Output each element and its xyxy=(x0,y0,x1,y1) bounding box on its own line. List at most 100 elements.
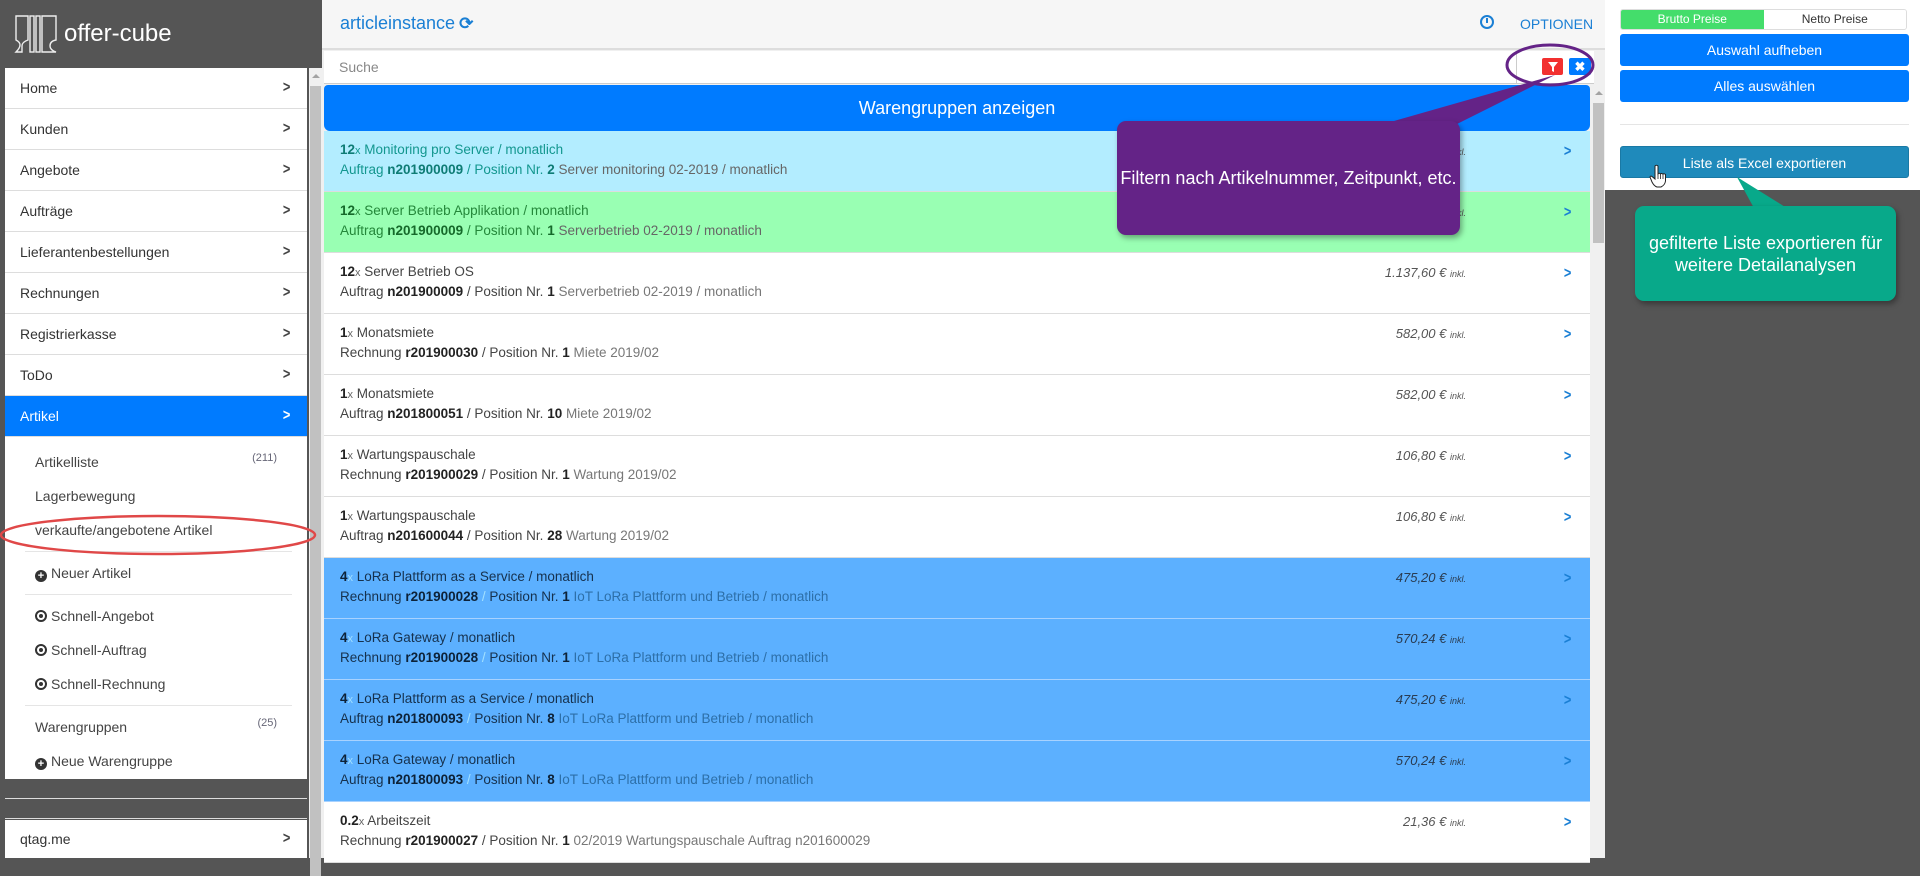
options-link[interactable]: OPTIONEN xyxy=(1520,16,1593,32)
chevron-right-icon[interactable]: > xyxy=(1564,509,1571,527)
sidebar-item-rechnungen[interactable]: Rechnungen > xyxy=(5,273,307,314)
chevron-right-icon[interactable]: > xyxy=(1564,204,1571,222)
list-item[interactable]: 4x LoRa Gateway / monatlich Auftrag n2018… xyxy=(324,741,1590,802)
count-badge: (211) xyxy=(252,452,277,464)
list-item[interactable]: 1x Monatsmiete Auftrag n201800051 / Posit… xyxy=(324,375,1590,436)
list-item[interactable]: 4x LoRa Plattform as a Service / monatli… xyxy=(324,558,1590,619)
position-description: IoT LoRa Plattform und Betrieb / monatli… xyxy=(558,772,814,787)
submenu-label: Neuer Artikel xyxy=(51,564,132,581)
submenu-schnell-angebot[interactable]: Schnell-Angebot xyxy=(5,599,307,633)
submenu-neuer-artikel[interactable]: + Neuer Artikel xyxy=(5,556,307,590)
chevron-right-icon: > xyxy=(282,407,291,424)
chevron-right-icon[interactable]: > xyxy=(1564,570,1571,588)
chevron-right-icon[interactable]: > xyxy=(1564,265,1571,283)
quantity-x: x xyxy=(347,755,354,767)
actions-panel: Brutto Preise Netto Preise Auswahl aufhe… xyxy=(1605,0,1920,190)
logo-bar[interactable]: offer-cube xyxy=(0,0,307,68)
chevron-right-icon[interactable]: > xyxy=(1564,143,1571,161)
item-name: LoRa Gateway / monatlich xyxy=(356,752,516,767)
sidebar-item-auftraege[interactable]: Aufträge > xyxy=(5,191,307,232)
chevron-right-icon[interactable]: > xyxy=(1564,692,1571,710)
document-type: Auftrag xyxy=(340,772,384,787)
search-input[interactable] xyxy=(324,51,1594,84)
item-name: Monatsmiete xyxy=(356,325,435,340)
item-reference: Rechnung r201900028 / Position Nr. 1 IoT… xyxy=(340,589,828,604)
item-quantity: 12 xyxy=(340,203,356,218)
list-item[interactable]: 1x Monatsmiete Rechnung r201900030 / Posi… xyxy=(324,314,1590,375)
select-all-button[interactable]: Alles auswählen xyxy=(1620,70,1909,102)
chevron-right-icon[interactable]: > xyxy=(1564,326,1571,344)
position-number: 1 xyxy=(562,345,570,360)
submenu-artikelliste[interactable]: Artikelliste (211) xyxy=(5,445,307,479)
submenu-neue-warengruppe[interactable]: + Neue Warengruppe xyxy=(5,744,307,778)
filter-icon xyxy=(1547,61,1558,72)
export-callout: gefilterte Liste exportieren für weitere… xyxy=(1635,206,1896,301)
submenu-schnell-rechnung[interactable]: Schnell-Rechnung xyxy=(5,667,307,701)
dot-circle-icon xyxy=(35,644,47,656)
divider xyxy=(25,705,292,706)
deselect-button[interactable]: Auswahl aufheben xyxy=(1620,34,1909,66)
main-header: articleinstance ⟳ OPTIONEN xyxy=(322,0,1605,50)
chevron-right-icon[interactable]: > xyxy=(1564,814,1571,832)
submenu-lagerbewegung[interactable]: Lagerbewegung xyxy=(5,479,307,513)
chevron-right-icon: > xyxy=(282,120,291,137)
sidebar-scrollbar[interactable] xyxy=(309,68,322,876)
submenu-warengruppen[interactable]: Warengruppen (25) xyxy=(5,710,307,744)
price-tax-note: inkl. xyxy=(1449,574,1466,584)
item-title: 4x LoRa Gateway / monatlich xyxy=(340,752,515,767)
price-value: 475,20 € xyxy=(1395,692,1447,707)
sidebar-item-home[interactable]: Home > xyxy=(5,68,307,109)
filter-button[interactable] xyxy=(1542,58,1563,75)
clear-search-button[interactable]: ✖ xyxy=(1569,58,1591,75)
sidebar-item-angebote[interactable]: Angebote > xyxy=(5,150,307,191)
item-title: 4x LoRa Plattform as a Service / monatli… xyxy=(340,569,594,584)
list-item[interactable]: 4x LoRa Gateway / monatlich Rechnung r201… xyxy=(324,619,1590,680)
item-name: Wartungspauschale xyxy=(356,508,476,523)
clock-icon[interactable] xyxy=(1480,15,1494,29)
quantity-x: x xyxy=(355,206,361,218)
document-number: r201900028 xyxy=(405,650,479,665)
chevron-right-icon[interactable]: > xyxy=(1564,387,1571,405)
submenu-verkaufte-angebotene-artikel[interactable]: verkaufte/angebotene Artikel xyxy=(5,513,307,547)
item-reference: Auftrag n201600044 / Position Nr. 28 War… xyxy=(340,528,669,543)
item-quantity: 1 xyxy=(340,508,348,523)
document-number: n201800093 xyxy=(387,772,464,787)
chevron-right-icon: > xyxy=(282,161,291,178)
sidebar-item-todo[interactable]: ToDo > xyxy=(5,355,307,396)
scroll-up-arrow-icon[interactable] xyxy=(312,74,320,78)
scrollbar-thumb[interactable] xyxy=(1593,103,1604,243)
refresh-icon[interactable]: ⟳ xyxy=(459,14,473,33)
chevron-right-icon[interactable]: > xyxy=(1564,448,1571,466)
scroll-up-arrow-icon[interactable] xyxy=(1595,91,1603,95)
sidebar-item-registrierkasse[interactable]: Registrierkasse > xyxy=(5,314,307,355)
position-number: 1 xyxy=(547,223,555,238)
position-description: Miete 2019/02 xyxy=(565,406,652,421)
sidebar-item-lieferantenbestellungen[interactable]: Lieferantenbestellungen > xyxy=(5,232,307,273)
chevron-right-icon[interactable]: > xyxy=(1564,631,1571,649)
chevron-right-icon: > xyxy=(282,284,291,301)
list-item[interactable]: 12x Server Betrieb OS Auftrag n201900009 … xyxy=(324,253,1590,314)
position-number: 1 xyxy=(562,650,570,665)
sidebar-item-qtag[interactable]: qtag.me > xyxy=(5,820,307,858)
position-number: 1 xyxy=(562,589,570,604)
sidebar-item-artikel[interactable]: Artikel > xyxy=(5,396,307,437)
page-title: articleinstance ⟳ xyxy=(340,13,473,34)
sidebar-item-label: Home xyxy=(20,80,58,96)
price-value: 106,80 € xyxy=(1395,509,1447,524)
gross-prices-option[interactable]: Brutto Preise xyxy=(1621,10,1764,29)
list-item[interactable]: 0.2x Arbeitszeit Rechnung r201900027 / Po… xyxy=(324,802,1590,863)
sidebar-item-kunden[interactable]: Kunden > xyxy=(5,109,307,150)
submenu-label: Warengruppen xyxy=(35,719,128,735)
item-price: 582,00 € inkl. xyxy=(1396,326,1466,341)
list-item[interactable]: 4x LoRa Plattform as a Service / monatli… xyxy=(324,680,1590,741)
item-name: LoRa Gateway / monatlich xyxy=(356,630,516,645)
net-prices-option[interactable]: Netto Preise xyxy=(1763,10,1906,29)
chevron-right-icon[interactable]: > xyxy=(1564,753,1571,771)
item-price: 570,24 € inkl. xyxy=(1396,631,1466,646)
submenu-schnell-auftrag[interactable]: Schnell-Auftrag xyxy=(5,633,307,667)
position-description: Server monitoring 02-2019 / monatlich xyxy=(558,162,788,177)
list-item[interactable]: 1x Wartungspauschale Rechnung r201900029 … xyxy=(324,436,1590,497)
list-item[interactable]: 1x Wartungspauschale Auftrag n201600044 /… xyxy=(324,497,1590,558)
list-scrollbar[interactable] xyxy=(1592,85,1605,858)
scrollbar-thumb[interactable] xyxy=(310,86,321,876)
